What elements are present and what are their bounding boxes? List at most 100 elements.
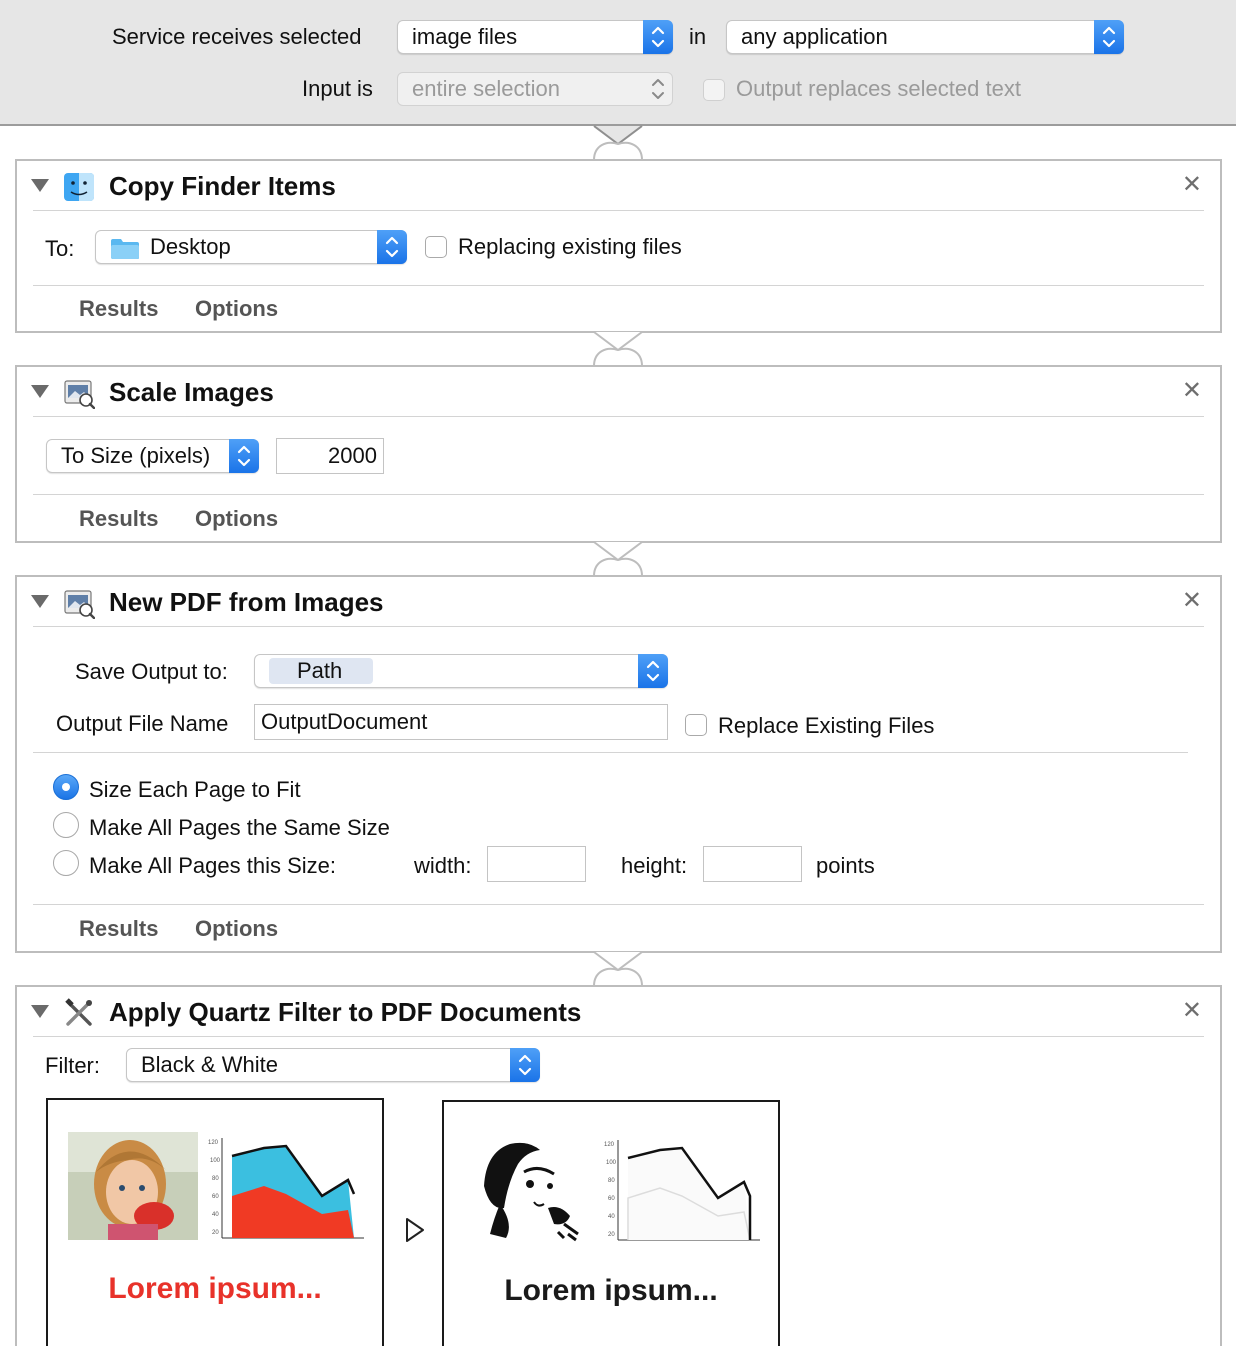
svg-text:60: 60 [212, 1194, 219, 1200]
disclosure-triangle-icon[interactable] [31, 595, 49, 608]
size-each-page-label: Size Each Page to Fit [89, 777, 301, 802]
preview-before-text: Lorem ipsum... [108, 1272, 322, 1305]
input-is-popup[interactable]: entire selection [397, 72, 673, 106]
options-tab[interactable]: Options [195, 916, 278, 942]
application-value: any application [741, 24, 888, 49]
close-icon[interactable]: ✕ [1182, 379, 1202, 403]
svg-text:20: 20 [212, 1230, 219, 1236]
save-output-popup[interactable]: Path [254, 654, 668, 688]
action-title: Apply Quartz Filter to PDF Documents [109, 997, 582, 1027]
divider [33, 1036, 1204, 1037]
input-type-popup[interactable]: image files [397, 20, 673, 54]
divider [33, 416, 1204, 417]
size-each-page-radio[interactable] [53, 774, 79, 800]
svg-text:60: 60 [608, 1196, 615, 1202]
save-output-label: Save Output to: [75, 659, 228, 684]
chevron-updown-icon [377, 230, 407, 264]
replace-existing-files-checkbox[interactable] [685, 714, 707, 736]
workflow-connector-icon [593, 541, 643, 576]
this-size-radio[interactable] [53, 850, 79, 876]
bw-photo-icon [464, 1134, 594, 1242]
service-receives-label: Service receives selected [112, 24, 362, 49]
filter-value: Black & White [141, 1052, 278, 1077]
output-file-name-value: OutputDocument [261, 709, 428, 734]
close-icon[interactable]: ✕ [1182, 173, 1202, 197]
workflow-connector-icon [593, 951, 643, 986]
filter-preview-before: 120 100 80 60 40 20 Lorem ipsum... [46, 1098, 384, 1346]
disclosure-triangle-icon[interactable] [31, 385, 49, 398]
action-scale-images[interactable]: Scale Images ✕ To Size (pixels) 2000 Res… [15, 365, 1222, 543]
scale-mode-value: To Size (pixels) [61, 443, 211, 468]
close-icon[interactable]: ✕ [1182, 999, 1202, 1023]
close-icon[interactable]: ✕ [1182, 589, 1202, 613]
replacing-existing-label: Replacing existing files [458, 234, 682, 259]
disclosure-triangle-icon[interactable] [31, 179, 49, 192]
service-header: Service receives selected image files in… [0, 0, 1236, 126]
divider [33, 494, 1204, 495]
preview-icon [64, 590, 95, 619]
input-is-label: Input is [302, 76, 373, 101]
chevron-updown-icon [510, 1048, 540, 1082]
divider [33, 210, 1204, 211]
chevron-updown-icon [643, 72, 673, 106]
finder-icon [64, 173, 94, 201]
svg-text:100: 100 [606, 1160, 617, 1166]
svg-text:20: 20 [608, 1232, 615, 1238]
output-replaces-checkbox[interactable] [703, 79, 725, 101]
preview-after-text: Lorem ipsum... [504, 1274, 718, 1307]
options-tab[interactable]: Options [195, 296, 278, 322]
input-type-value: image files [412, 24, 518, 49]
same-size-radio[interactable] [53, 812, 79, 838]
action-title: New PDF from Images [109, 587, 384, 617]
destination-popup[interactable]: Desktop [95, 230, 407, 264]
results-tab[interactable]: Results [79, 916, 158, 942]
svg-text:100: 100 [210, 1158, 221, 1164]
svg-text:120: 120 [604, 1142, 615, 1148]
divider [33, 904, 1204, 905]
size-pixels-field[interactable]: 2000 [276, 438, 384, 474]
workflow-connector-icon [593, 125, 643, 160]
chevron-updown-icon [1094, 20, 1124, 54]
svg-text:40: 40 [212, 1212, 219, 1218]
save-output-value: Path [297, 658, 343, 683]
bw-chart-icon: 120 100 80 60 40 20 [604, 1140, 760, 1241]
this-size-label: Make All Pages this Size: [89, 853, 337, 878]
input-is-value: entire selection [412, 76, 560, 101]
area-chart-icon: 120 100 80 60 40 20 [208, 1138, 364, 1239]
results-tab[interactable]: Results [79, 506, 158, 532]
output-file-name-label: Output File Name [56, 711, 229, 736]
chevron-updown-icon [643, 20, 673, 54]
in-label: in [689, 24, 707, 49]
svg-text:80: 80 [608, 1178, 615, 1184]
chevron-updown-icon [638, 654, 668, 688]
replacing-existing-checkbox[interactable] [425, 236, 447, 258]
svg-text:80: 80 [212, 1176, 219, 1182]
scale-mode-popup[interactable]: To Size (pixels) [46, 439, 259, 473]
disclosure-triangle-icon[interactable] [31, 1005, 49, 1018]
action-title: Copy Finder Items [109, 171, 336, 201]
output-replaces-label: Output replaces selected text [736, 76, 1021, 101]
action-copy-finder-items[interactable]: Copy Finder Items ✕ To: Desktop Replacin… [15, 159, 1222, 333]
divider [33, 285, 1204, 286]
svg-text:40: 40 [608, 1214, 615, 1220]
options-tab[interactable]: Options [195, 506, 278, 532]
application-popup[interactable]: any application [726, 20, 1124, 54]
to-label: To: [45, 236, 75, 261]
workflow-connector-icon [593, 331, 643, 366]
preview-icon [64, 380, 95, 409]
action-apply-quartz-filter[interactable]: Apply Quartz Filter to PDF Documents ✕ F… [15, 985, 1222, 1346]
width-field[interactable] [487, 846, 586, 882]
action-new-pdf-from-images[interactable]: New PDF from Images ✕ Save Output to: Pa… [15, 575, 1222, 953]
size-pixels-value: 2000 [328, 443, 377, 468]
folder-icon [111, 239, 139, 259]
height-field[interactable] [703, 846, 802, 882]
output-file-name-field[interactable]: OutputDocument [254, 704, 668, 740]
width-label: width: [414, 853, 472, 878]
filter-preview-after: 120 100 80 60 40 20 Lorem ipsum... [442, 1100, 780, 1346]
replace-existing-files-label: Replace Existing Files [718, 713, 935, 738]
filter-label: Filter: [45, 1053, 100, 1078]
filter-popup[interactable]: Black & White [126, 1048, 540, 1082]
svg-text:120: 120 [208, 1140, 219, 1146]
results-tab[interactable]: Results [79, 296, 158, 322]
tools-icon [65, 998, 92, 1026]
